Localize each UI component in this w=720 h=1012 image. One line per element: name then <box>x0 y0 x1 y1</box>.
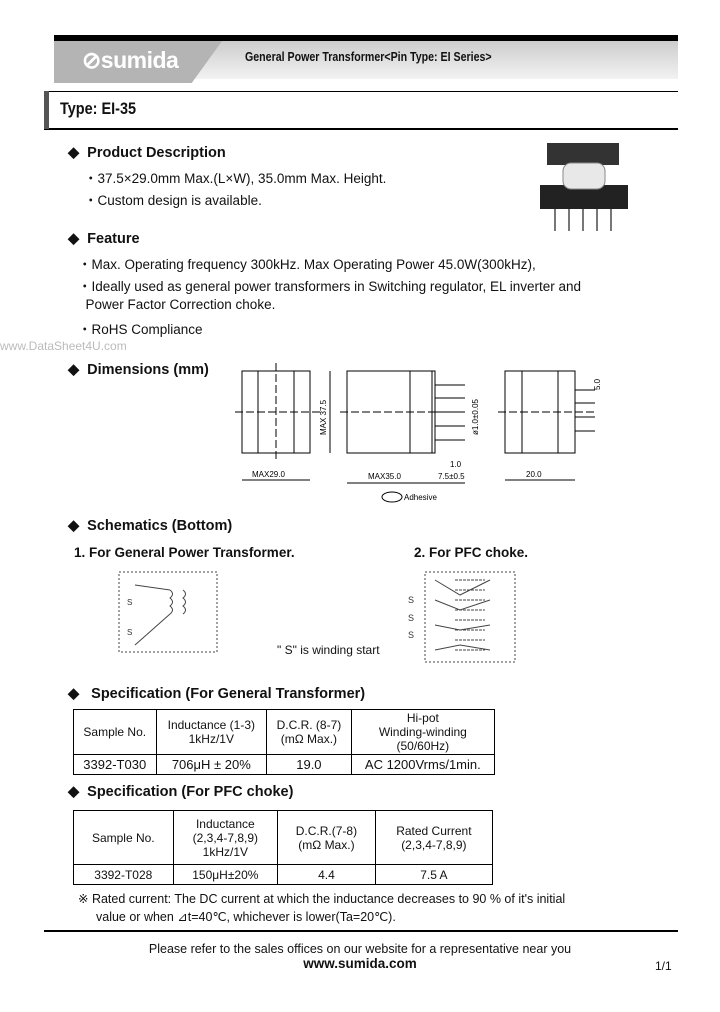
footer-text: Please refer to the sales offices on our… <box>148 942 572 956</box>
type-box <box>44 91 678 130</box>
spec-pfc-table: Sample No. Inductance (2,3,4-7,8,9) 1kHz… <box>73 810 494 885</box>
header-cell: Inductance (1-3) 1kHz/1V <box>155 709 268 755</box>
header-cell: Rated Current (2,3,4-7,8,9) <box>374 810 494 865</box>
dim-width: MAX29.0 <box>252 470 285 479</box>
desc-item: ・Custom design is available. <box>84 193 262 208</box>
s-label: S <box>127 628 132 637</box>
s-label: S <box>408 613 414 623</box>
s-label: S <box>408 630 414 640</box>
s-label: S <box>408 595 414 605</box>
type-title: Type: EI-35 <box>60 99 137 118</box>
logo-text: sumida <box>100 47 179 73</box>
dim-pin-pitch: 5.0 <box>593 378 602 390</box>
dim-pin-gap: 1.0 <box>450 460 462 469</box>
rated-current-note-cont: value or when ⊿t=40℃, whichever is lower… <box>96 910 396 924</box>
product-photo <box>540 143 628 231</box>
header-title: General Power Transformer<Pin Type: EI S… <box>245 50 492 64</box>
cell: 150μH±20% <box>172 864 279 885</box>
s-label: S <box>127 598 132 607</box>
type-bar <box>44 91 49 129</box>
watermark: www.DataSheet4U.com <box>0 339 127 353</box>
spec-general-heading: Specification (For General Transformer) <box>68 686 365 702</box>
adhesive-label: Adhesive <box>404 493 437 502</box>
cell: AC 1200Vrms/1min. <box>350 754 496 775</box>
header-cell: Hi-pot Winding-winding (50/60Hz) <box>350 709 496 755</box>
cell: 3392-T030 <box>73 754 157 775</box>
cell: 4.4 <box>277 864 376 885</box>
dim-height: MAX 37.5 <box>319 399 328 435</box>
header-cell: Sample No. <box>73 810 174 865</box>
feature-item: ・Ideally used as general power transform… <box>78 279 582 294</box>
schematic-general: SS <box>118 571 218 653</box>
table-header-row: Sample No. Inductance (1-3) 1kHz/1V D.C.… <box>73 709 496 755</box>
cell: 7.5 A <box>374 864 494 885</box>
feature-item: ・Max. Operating frequency 300kHz. Max Op… <box>78 257 536 272</box>
dimensions-drawing: MAX29.0 MAX35.0 7.5±0.5 20.0 1.0 MAX 37.… <box>235 363 602 503</box>
feature-heading: Feature <box>68 231 139 247</box>
cell: 706μH ± 20% <box>155 754 268 775</box>
cell: 3392-T028 <box>73 864 174 885</box>
rated-current-note: ※ Rated current: The DC current at which… <box>78 892 566 906</box>
schematic-2-title: 2. For PFC choke. <box>414 545 529 560</box>
page-number: 1/1 <box>655 959 672 973</box>
sumida-logo: ⊘sumida <box>82 47 179 74</box>
table-header-row: Sample No. Inductance (2,3,4-7,8,9) 1kHz… <box>73 810 494 865</box>
dim-depth: 20.0 <box>526 470 542 479</box>
dimensions-heading: Dimensions (mm) <box>68 362 209 378</box>
datasheet-page: ⊘sumida General Power Transformer<Pin Ty… <box>0 0 720 1012</box>
winding-start-note: " S" is winding start <box>277 643 380 657</box>
header-cell: Inductance (2,3,4-7,8,9) 1kHz/1V <box>172 810 279 865</box>
schematic-1-title: 1. For General Power Transformer. <box>74 545 295 560</box>
cell: 19.0 <box>266 754 352 775</box>
schematics-heading: Schematics (Bottom) <box>68 518 232 534</box>
footer-rule <box>44 930 678 932</box>
table-row: 3392-T030 706μH ± 20% 19.0 AC 1200Vrms/1… <box>73 754 496 775</box>
desc-item: ・37.5×29.0mm Max.(L×W), 35.0mm Max. Heig… <box>84 171 387 186</box>
spec-pfc-heading: Specification (For PFC choke) <box>68 784 293 800</box>
product-description-heading: Product Description <box>68 145 226 161</box>
header-cell: D.C.R.(7-8) (mΩ Max.) <box>277 810 376 865</box>
header-cell: D.C.R. (8-7) (mΩ Max.) <box>266 709 352 755</box>
table-row: 3392-T028 150μH±20% 4.4 7.5 A <box>73 864 494 885</box>
dim-pin-dia: ø1.0±0.05 <box>471 398 480 435</box>
header-cell: Sample No. <box>73 709 157 755</box>
schematic-pfc: SSS <box>408 571 516 663</box>
footer-url[interactable]: www.sumida.com <box>0 956 720 971</box>
dim-pin-length: 7.5±0.5 <box>438 472 465 481</box>
logo-mark-icon: ⊘ <box>82 47 101 73</box>
feature-item: ・RoHS Compliance <box>78 322 203 337</box>
feature-item: Power Factor Correction choke. <box>78 297 276 312</box>
spec-general-table: Sample No. Inductance (1-3) 1kHz/1V D.C.… <box>73 709 496 775</box>
dim-length: MAX35.0 <box>368 472 401 481</box>
spec-general-heading-text: Specification (For General Transformer) <box>91 686 366 702</box>
